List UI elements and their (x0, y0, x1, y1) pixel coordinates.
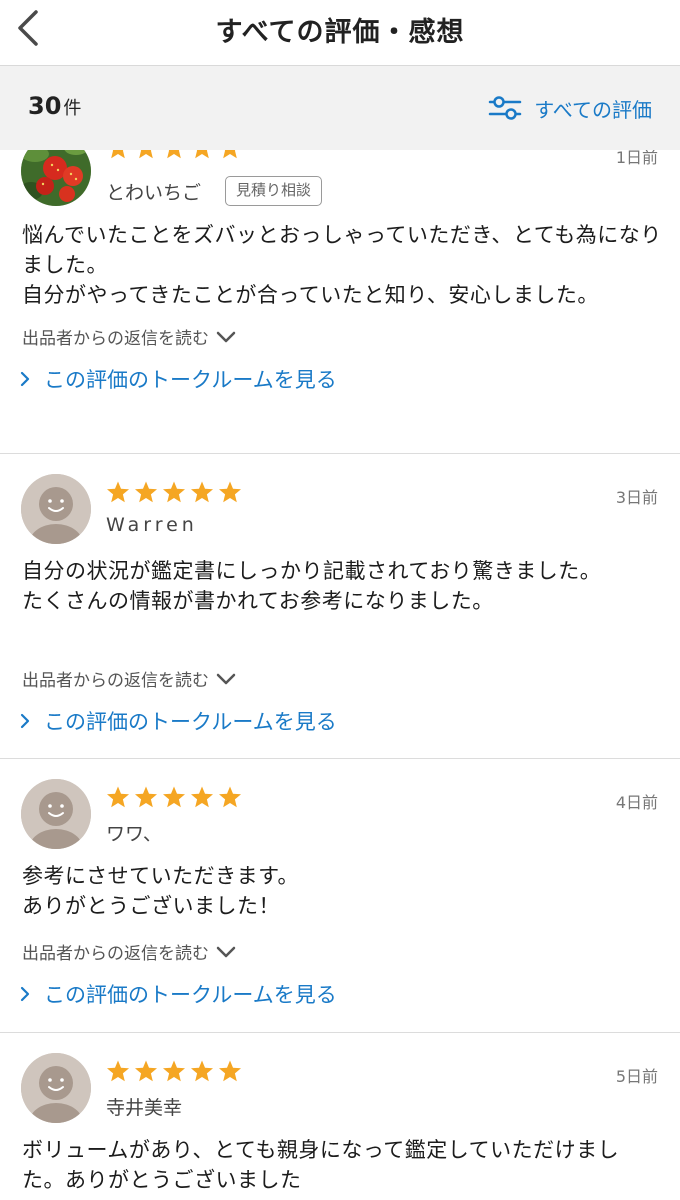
strawberry-photo-icon (21, 150, 91, 206)
star-icon (195, 150, 209, 159)
review-text: 自分の状況が鑑定書にしっかり記載されており驚きました。 たくさんの情報が書かれて… (22, 559, 602, 613)
star-icon (139, 150, 153, 159)
star-icon (219, 481, 241, 503)
review-count: 30 件 (28, 92, 81, 120)
chevron-down-icon (216, 673, 236, 684)
review-date: 1日前 (615, 150, 658, 167)
star-icon (163, 1060, 185, 1082)
read-reply-label: 出品者からの返信を読む (22, 671, 209, 691)
chevron-down-icon (216, 946, 236, 957)
star-icon (135, 786, 157, 808)
read-reply-toggle[interactable]: 出品者からの返信を読む (22, 666, 237, 691)
review-item: 5日前 寺井美幸 ボリュームがあり、とても親身になって鑑定していただけました。あ… (0, 1033, 680, 1200)
reviewer-name[interactable]: ワワ、 (106, 819, 162, 846)
reviewer-name[interactable]: Warren (106, 514, 198, 536)
star-icon (163, 786, 185, 808)
read-reply-toggle[interactable]: 出品者からの返信を読む (22, 324, 237, 349)
star-icon (107, 1060, 129, 1082)
star-icon (135, 1060, 157, 1082)
avatar[interactable] (21, 1053, 91, 1123)
star-rating (106, 480, 242, 504)
review-text: ボリュームがあり、とても親身になって鑑定していただけました。ありがとうございまし… (22, 1138, 620, 1192)
star-icon (111, 150, 125, 159)
star-icon (223, 150, 237, 159)
review-count-number: 30 (28, 92, 62, 120)
default-avatar-icon (21, 779, 91, 849)
reviewer-name[interactable]: とわいちご (106, 178, 201, 205)
view-talkroom-link[interactable]: この評価のトークルームを見る (20, 706, 337, 736)
default-avatar-icon (21, 1053, 91, 1123)
review-item: 1日前 とわいちご 見積り相談 悩んでいたことをズバッとおっしゃっていただき、と… (0, 150, 680, 454)
avatar[interactable] (21, 474, 91, 544)
chevron-right-icon (20, 713, 30, 729)
summary-bar: 30 件 すべての評価 (0, 66, 680, 150)
star-icon (107, 786, 129, 808)
star-icon (135, 481, 157, 503)
review-date: 4日前 (615, 793, 658, 812)
view-talkroom-label: この評価のトークルームを見る (44, 983, 337, 1007)
top-navigation-bar: すべての評価・感想 (0, 0, 680, 66)
review-text: 悩んでいたことをズバッとおっしゃっていただき、とても為になりました。 自分がやっ… (22, 223, 662, 307)
star-icon (191, 1060, 213, 1082)
view-talkroom-link[interactable]: この評価のトークルームを見る (20, 979, 337, 1009)
read-reply-label: 出品者からの返信を読む (22, 944, 209, 964)
filter-label: すべての評価 (534, 97, 652, 122)
sliders-icon (488, 96, 522, 120)
chevron-down-icon (216, 331, 236, 342)
review-item: 4日前 ワワ、 参考にさせていただきます。 ありがとうございました！ 出品者から… (0, 759, 680, 1033)
star-rating (106, 1059, 242, 1083)
review-text: 参考にさせていただきます。 ありがとうございました！ (22, 864, 299, 918)
default-avatar-icon (21, 474, 91, 544)
filter-button[interactable]: すべての評価 (488, 92, 652, 124)
star-rating (106, 150, 242, 160)
star-rating (106, 785, 242, 809)
read-reply-label: 出品者からの返信を読む (22, 329, 209, 349)
view-talkroom-link[interactable]: この評価のトークルームを見る (20, 364, 337, 394)
star-icon (191, 481, 213, 503)
page-title: すべての評価・感想 (215, 17, 465, 48)
avatar[interactable] (21, 779, 91, 849)
avatar-strawberry[interactable] (21, 150, 91, 206)
review-date: 3日前 (615, 488, 658, 507)
star-icon (219, 786, 241, 808)
reviewer-name[interactable]: 寺井美幸 (106, 1093, 182, 1120)
review-list: 1日前 とわいちご 見積り相談 悩んでいたことをズバッとおっしゃっていただき、と… (0, 150, 680, 1200)
view-talkroom-label: この評価のトークルームを見る (44, 368, 337, 392)
star-icon (219, 1060, 241, 1082)
review-count-unit: 件 (63, 98, 82, 119)
star-icon (167, 150, 181, 159)
review-date: 5日前 (615, 1067, 658, 1086)
star-icon (191, 786, 213, 808)
star-icon (107, 481, 129, 503)
view-talkroom-label: この評価のトークルームを見る (44, 710, 337, 734)
chevron-right-icon (20, 371, 30, 387)
read-reply-toggle[interactable]: 出品者からの返信を読む (22, 939, 237, 964)
service-type-badge: 見積り相談 (225, 176, 323, 206)
review-item: 3日前 Warren 自分の状況が鑑定書にしっかり記載されており驚きました。 た… (0, 454, 680, 759)
star-icon (163, 481, 185, 503)
chevron-right-icon (20, 986, 30, 1002)
